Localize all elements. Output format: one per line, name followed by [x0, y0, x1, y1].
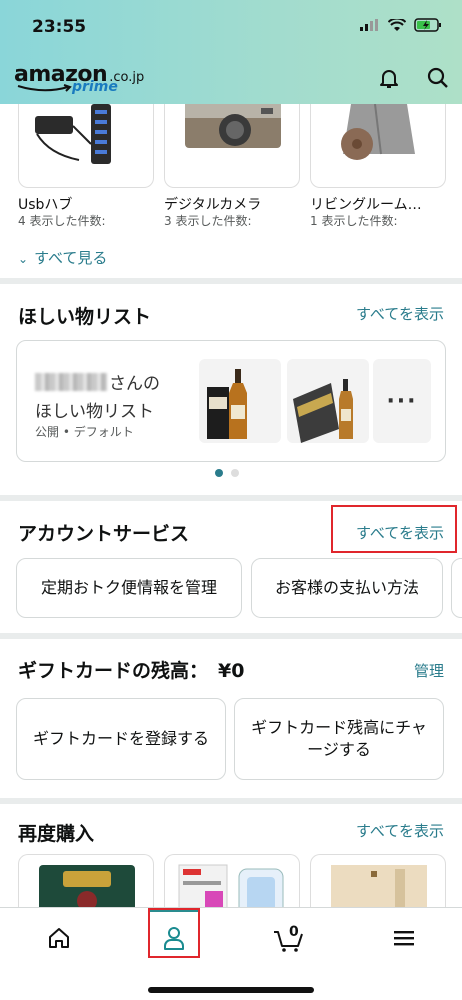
carousel-dot-active[interactable]	[215, 469, 223, 477]
flour-bag-image	[331, 865, 427, 907]
account-next-pill[interactable]	[451, 558, 462, 618]
nav-menu[interactable]	[376, 908, 432, 968]
wishlist-more-thumb: ···	[373, 359, 431, 443]
carousel-dots	[215, 469, 239, 477]
section-divider	[0, 798, 462, 804]
whisky-box-image	[293, 379, 353, 443]
account-services-title: アカウントサービス	[18, 523, 190, 545]
home-indicator	[148, 987, 314, 993]
digital-camera-image	[185, 104, 281, 148]
cart-count: 0	[289, 924, 299, 940]
tea-box-image	[39, 865, 135, 907]
rebuy-see-all-link[interactable]: すべてを表示	[356, 820, 444, 841]
wishlist-owner: さんの	[35, 369, 160, 394]
wishlist-card[interactable]: さんの ほしい物リスト 公開 • デフォルト ···	[16, 340, 446, 462]
viewed-item-card[interactable]	[310, 104, 446, 188]
wifi-icon	[388, 18, 406, 31]
viewed-item-title[interactable]: デジタルカメラ	[164, 194, 261, 214]
nav-cart[interactable]: 0	[261, 908, 317, 968]
viewed-item-title[interactable]: リビングルーム…	[310, 194, 422, 214]
rebuy-item-card[interactable]	[18, 854, 154, 907]
amazon-prime-logo[interactable]: amazon .co.jp prime	[14, 62, 144, 95]
viewed-items-row	[18, 104, 446, 188]
wishlist-title: ほしい物リスト	[18, 306, 152, 328]
blurred-username	[35, 372, 107, 391]
gift-card-manage-link[interactable]: 管理	[414, 660, 444, 681]
section-divider	[0, 633, 462, 639]
carousel-dot[interactable]	[231, 469, 239, 477]
viewed-item-card[interactable]	[164, 104, 300, 188]
rebuy-title: 再度購入	[18, 823, 95, 845]
charge-gift-card-button[interactable]: ギフトカード残高にチャージする	[234, 698, 444, 780]
see-all-link[interactable]: ⌄ すべて見る	[18, 247, 107, 268]
hamburger-menu-icon	[394, 931, 414, 946]
whisky-bottle-image	[207, 369, 247, 439]
highlight-box	[148, 908, 200, 958]
living-room-item-image	[341, 104, 415, 160]
gift-card-title: ギフトカードの残高：	[18, 660, 209, 682]
payment-methods-button[interactable]: お客様の支払い方法	[251, 558, 443, 618]
battery-icon	[414, 18, 441, 32]
rebuy-item-card[interactable]	[164, 854, 300, 907]
smile-arrow-icon	[17, 84, 72, 92]
gift-card-balance: ギフトカードの残高： ¥0	[18, 656, 244, 683]
app-header: 23:55 amazon .co.jp prime	[0, 0, 462, 104]
wishlist-name: ほしい物リスト	[35, 402, 154, 422]
viewed-item-card[interactable]	[18, 104, 154, 188]
usb-hub-image	[35, 104, 111, 164]
gift-card-amount: ¥0	[218, 660, 245, 682]
viewed-item-count: 4 表示した件数:	[18, 214, 106, 228]
wishlist-thumb	[287, 359, 369, 443]
search-icon[interactable]	[426, 66, 450, 90]
viewed-item-count: 3 表示した件数:	[164, 214, 252, 228]
viewed-item-title[interactable]: Usbハブ	[18, 194, 72, 214]
status-time: 23:55	[32, 17, 87, 37]
signal-icon	[360, 19, 378, 31]
wishlist-see-all-link[interactable]: すべてを表示	[356, 303, 444, 324]
register-gift-card-button[interactable]: ギフトカードを登録する	[16, 698, 226, 780]
viewed-item-count: 1 表示した件数:	[310, 214, 398, 228]
wishlist-owner-suffix: さんの	[109, 374, 160, 394]
wishlist-meta: 公開 • デフォルト	[35, 425, 134, 439]
logo-prime: prime	[72, 79, 118, 95]
screen-protector-image	[178, 864, 284, 907]
chevron-down-icon: ⌄	[18, 252, 29, 266]
highlight-box	[331, 505, 457, 553]
nav-home[interactable]	[31, 908, 87, 968]
subscribe-save-button[interactable]: 定期おトク便情報を管理	[16, 558, 242, 618]
bell-icon[interactable]	[377, 66, 401, 90]
section-divider	[0, 495, 462, 501]
section-divider	[0, 278, 462, 284]
main-content[interactable]: Usbハブ 4 表示した件数: デジタルカメラ 3 表示した件数: リビングルー…	[0, 104, 462, 907]
rebuy-items-row	[18, 854, 446, 907]
wishlist-thumb	[199, 359, 281, 443]
rebuy-item-card[interactable]	[310, 854, 446, 907]
bottom-nav: 0	[0, 907, 462, 1000]
see-all-label: すべて見る	[34, 249, 108, 267]
status-icons	[360, 18, 442, 32]
home-icon	[49, 928, 69, 948]
